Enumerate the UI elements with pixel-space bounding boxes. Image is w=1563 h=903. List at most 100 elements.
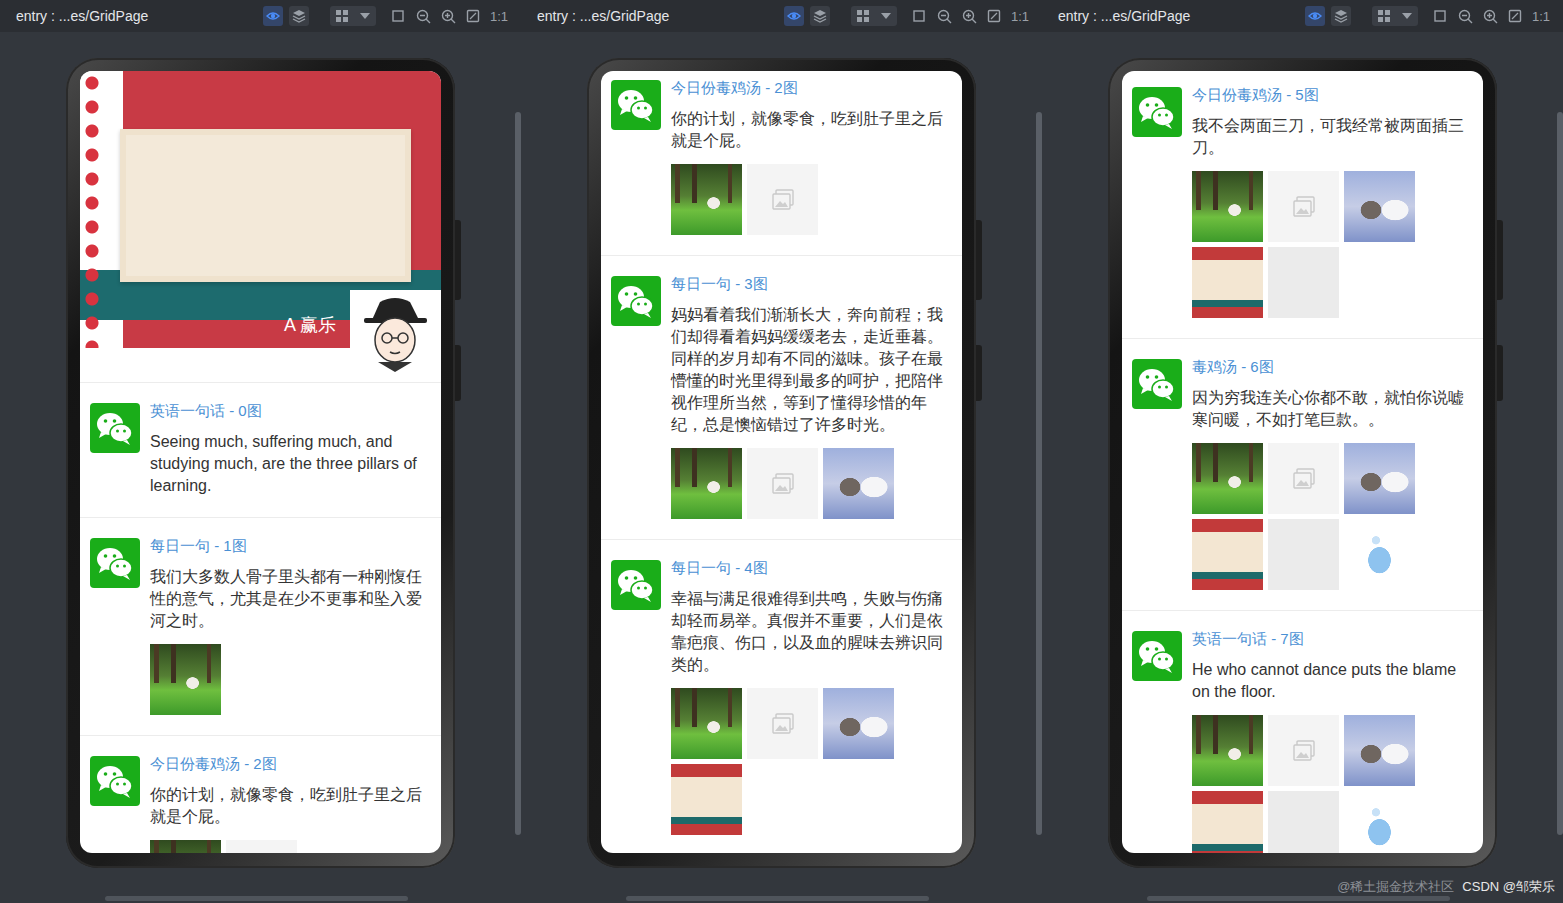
post[interactable]: 每日一句 - 4图幸福与满足很难得到共鸣，失败与伤痛却轻而易举。真假并不重要，人… [601,540,962,853]
post-title[interactable]: 今日份毒鸡汤 - 5图 [1192,85,1473,105]
watermark: @稀土掘金技术社区CSDN @邹荣乐 [1337,879,1555,895]
post[interactable]: 毒鸡汤 - 6图因为穷我连关心你都不敢，就怕你说嘘寒问暖，不如打笔巨款。。 [1122,339,1483,611]
device-dropdown[interactable] [330,6,376,26]
post-title[interactable]: 英语一句话 - 7图 [1192,629,1473,649]
grid-icon [856,9,870,23]
post-title[interactable]: 每日一句 - 4图 [671,558,952,578]
thumbnail[interactable] [1192,715,1263,786]
fit-button[interactable] [465,8,481,24]
screen[interactable]: A 赢乐英语一句话 - 0图Seeing much, suffering muc… [80,71,441,853]
post-text: 你的计划，就像零食，吃到肚子里之后就是个屁。 [150,784,431,828]
device-dropdown[interactable] [851,6,897,26]
post-body: 今日份毒鸡汤 - 5图我不会两面三刀，可我经常被两面插三刀。 [1192,87,1473,318]
thumbnail[interactable] [1192,443,1263,514]
thumbnail[interactable] [1268,791,1339,853]
thumbnail[interactable] [1268,715,1339,786]
crop-button[interactable] [911,8,927,24]
actual-size-button[interactable]: 1:1 [1011,9,1029,24]
fit-icon [1508,9,1522,23]
thumbnail[interactable] [1344,519,1415,590]
post-title[interactable]: 毒鸡汤 - 6图 [1192,357,1473,377]
thumbnail[interactable] [671,688,742,759]
zoom-out-button[interactable] [936,8,952,24]
thumbnail[interactable] [747,164,818,235]
post-text: 你的计划，就像零食，吃到肚子里之后就是个屁。 [671,108,952,152]
post[interactable]: 每日一句 - 3图妈妈看着我们渐渐长大，奔向前程；我们却得看着妈妈缓缓老去，走近… [601,256,962,540]
post[interactable]: 每日一句 - 1图我们大多数人骨子里头都有一种刚愎任性的意气，尤其是在少不更事和… [80,518,441,736]
post-title[interactable]: 每日一句 - 1图 [150,536,431,556]
vertical-scrollbar[interactable] [515,112,521,835]
post-list[interactable]: 今日份毒鸡汤 - 5图我不会两面三刀，可我经常被两面插三刀。毒鸡汤 - 6图因为… [1122,71,1483,853]
actual-size-button[interactable]: 1:1 [490,9,508,24]
thumbnail[interactable] [747,448,818,519]
horizontal-scrollbar[interactable] [626,896,929,901]
post[interactable]: 英语一句话 - 7图He who cannot dance puts the b… [1122,611,1483,853]
zoom-in-button[interactable] [961,8,977,24]
zoom-out-button[interactable] [1457,8,1473,24]
horizontal-scrollbar[interactable] [1147,896,1450,901]
post-list[interactable]: 今日份毒鸡汤 - 2图你的计划，就像零食，吃到肚子里之后就是个屁。每日一句 - … [601,71,962,853]
fit-button[interactable] [1507,8,1523,24]
thumbnail[interactable] [1344,715,1415,786]
thumbnail[interactable] [1344,171,1415,242]
preview-panel: entry : ...es/GridPage1:1A 赢乐英语一句话 - 0图S… [0,0,521,903]
crop-button[interactable] [1432,8,1448,24]
thumbnail[interactable] [1344,791,1415,853]
thumbnail[interactable] [1268,519,1339,590]
layers-toggle[interactable] [289,6,309,26]
layers-icon [292,9,306,23]
screen[interactable]: 今日份毒鸡汤 - 5图我不会两面三刀，可我经常被两面插三刀。毒鸡汤 - 6图因为… [1122,71,1483,853]
thumbnail[interactable] [671,448,742,519]
actual-size-button[interactable]: 1:1 [1532,9,1550,24]
post[interactable]: 今日份毒鸡汤 - 2图你的计划，就像零食，吃到肚子里之后就是个屁。 [80,736,441,853]
zoom-out-button[interactable] [415,8,431,24]
thumbnail[interactable] [1268,443,1339,514]
thumbnail[interactable] [1192,519,1263,590]
inspector-toggle[interactable] [263,6,283,26]
preview-panel: entry : ...es/GridPage1:1今日份毒鸡汤 - 2图你的计划… [521,0,1042,903]
thumbnail[interactable] [150,840,221,853]
post[interactable]: 今日份毒鸡汤 - 2图你的计划，就像零食，吃到肚子里之后就是个屁。 [601,71,962,256]
post[interactable]: 英语一句话 - 0图Seeing much, suffering much, a… [80,383,441,518]
inspector-toggle[interactable] [1305,6,1325,26]
thumbnail[interactable] [1268,171,1339,242]
vertical-scrollbar[interactable] [1036,112,1042,835]
post-title[interactable]: 今日份毒鸡汤 - 2图 [671,78,952,98]
user-name: A 赢乐 [284,313,336,337]
thumbnail[interactable] [150,644,221,715]
previewer-window: entry : ...es/GridPage1:1A 赢乐英语一句话 - 0图S… [0,0,1563,903]
post-title[interactable]: 今日份毒鸡汤 - 2图 [150,754,431,774]
thumbnail[interactable] [1192,791,1263,853]
layers-toggle[interactable] [810,6,830,26]
user-avatar-icon[interactable] [350,290,441,372]
thumbnail[interactable] [1192,247,1263,318]
thumbnail[interactable] [1192,171,1263,242]
crop-button[interactable] [390,8,406,24]
fit-button[interactable] [986,8,1002,24]
screen[interactable]: 今日份毒鸡汤 - 2图你的计划，就像零食，吃到肚子里之后就是个屁。每日一句 - … [601,71,962,853]
thumbnail[interactable] [823,688,894,759]
post-text: 我们大多数人骨子里头都有一种刚愎任性的意气，尤其是在少不更事和坠入爱河之时。 [150,566,431,632]
inspector-toggle[interactable] [784,6,804,26]
post-list[interactable]: A 赢乐英语一句话 - 0图Seeing much, suffering muc… [80,71,441,853]
layers-icon [1334,9,1348,23]
image-grid [671,164,952,235]
post-title[interactable]: 每日一句 - 3图 [671,274,952,294]
post-body: 英语一句话 - 0图Seeing much, suffering much, a… [150,403,431,497]
thumbnail[interactable] [226,840,297,853]
thumbnail[interactable] [1344,443,1415,514]
post-title[interactable]: 英语一句话 - 0图 [150,401,431,421]
thumbnail[interactable] [823,448,894,519]
horizontal-scrollbar[interactable] [105,896,408,901]
zoom-in-button[interactable] [440,8,456,24]
thumbnail[interactable] [747,688,818,759]
device-dropdown[interactable] [1372,6,1418,26]
layers-toggle[interactable] [1331,6,1351,26]
post[interactable]: 今日份毒鸡汤 - 5图我不会两面三刀，可我经常被两面插三刀。 [1122,71,1483,339]
vertical-scrollbar[interactable] [1557,112,1563,835]
zoom-in-button[interactable] [1482,8,1498,24]
thumbnail[interactable] [1268,247,1339,318]
thumbnail[interactable] [671,764,742,835]
thumbnail[interactable] [671,164,742,235]
phone: 今日份毒鸡汤 - 5图我不会两面三刀，可我经常被两面插三刀。毒鸡汤 - 6图因为… [1108,58,1497,868]
